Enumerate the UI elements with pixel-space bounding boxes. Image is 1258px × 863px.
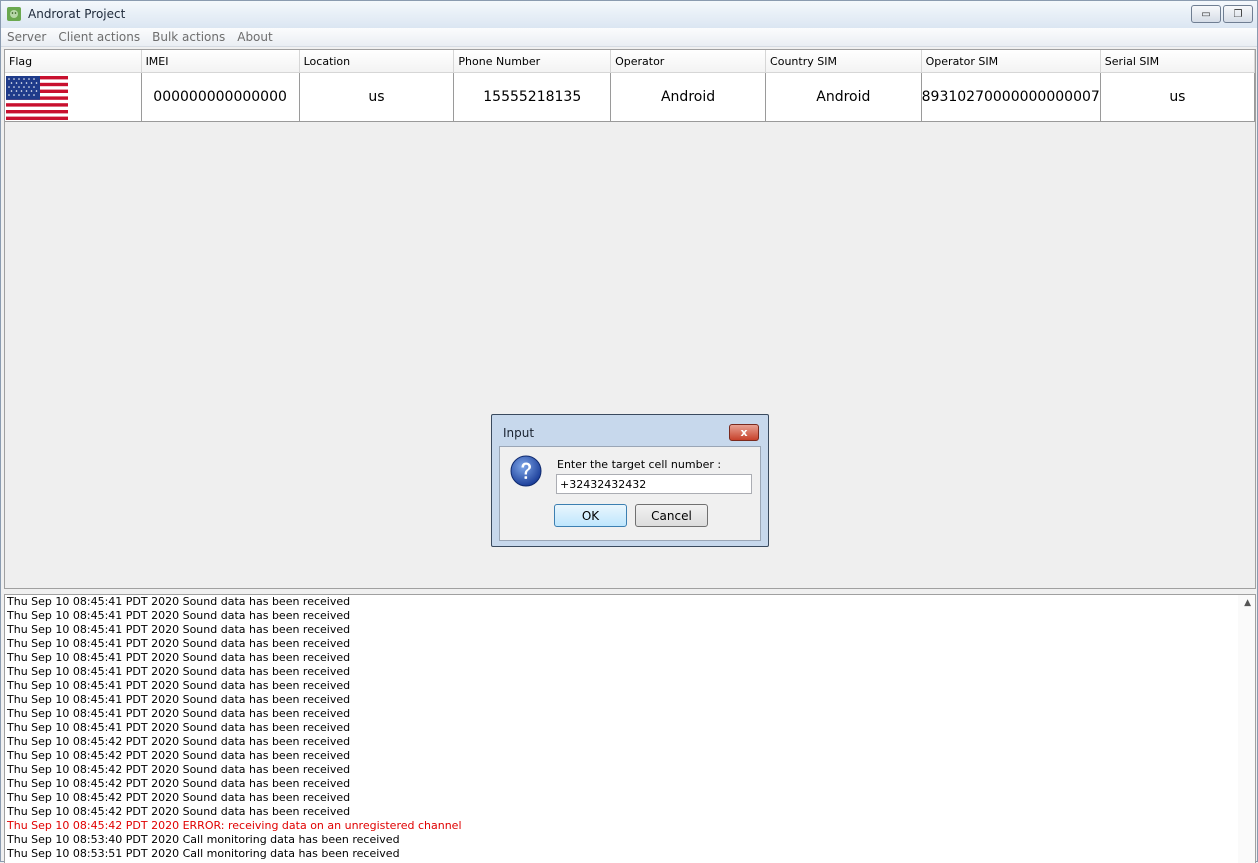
restore-icon: ❐ xyxy=(1233,8,1243,20)
log-list: Thu Sep 10 08:45:41 PDT 2020 Sound data … xyxy=(5,595,462,861)
log-panel[interactable]: Thu Sep 10 08:45:41 PDT 2020 Sound data … xyxy=(4,594,1256,863)
menu-client-actions[interactable]: Client actions xyxy=(52,30,146,44)
flag-cell[interactable] xyxy=(5,72,142,122)
log-line: Thu Sep 10 08:45:41 PDT 2020 Sound data … xyxy=(7,637,351,650)
operator-cell[interactable]: Android xyxy=(610,72,767,122)
column-header-imei[interactable]: IMEI xyxy=(141,50,300,73)
log-line: Thu Sep 10 08:53:51 PDT 2020 Call monito… xyxy=(7,847,400,860)
column-header-location[interactable]: Location xyxy=(299,50,455,73)
menu-about[interactable]: About xyxy=(231,30,278,44)
column-header-country-sim[interactable]: Country SIM xyxy=(765,50,922,73)
window-title: Androrat Project xyxy=(28,7,126,21)
dialog-prompt-label: Enter the target cell number : xyxy=(557,458,722,471)
table-row[interactable]: 000000000000000 us 15555218135 Android A… xyxy=(5,72,1256,122)
minimize-icon: ▭ xyxy=(1201,8,1211,20)
log-line: Thu Sep 10 08:53:40 PDT 2020 Call monito… xyxy=(7,833,400,846)
app-window: Androrat Project ▭ ❐ Server Client actio… xyxy=(0,0,1258,863)
log-line: Thu Sep 10 08:45:42 PDT 2020 Sound data … xyxy=(7,735,351,748)
imei-cell[interactable]: 000000000000000 xyxy=(141,72,300,122)
window-controls: ▭ ❐ xyxy=(1189,5,1253,23)
log-line: Thu Sep 10 08:45:42 PDT 2020 Sound data … xyxy=(7,791,351,804)
column-header-serial-sim[interactable]: Serial SIM xyxy=(1100,50,1256,73)
location-cell[interactable]: us xyxy=(299,72,455,122)
log-line: Thu Sep 10 08:45:41 PDT 2020 Sound data … xyxy=(7,623,351,636)
log-line: Thu Sep 10 08:45:41 PDT 2020 Sound data … xyxy=(7,679,351,692)
menu-bulk-actions[interactable]: Bulk actions xyxy=(146,30,231,44)
log-line: Thu Sep 10 08:45:42 PDT 2020 Sound data … xyxy=(7,763,351,776)
column-header-operator[interactable]: Operator xyxy=(610,50,767,73)
cancel-button[interactable]: Cancel xyxy=(635,504,708,527)
column-header-operator-sim[interactable]: Operator SIM xyxy=(921,50,1101,73)
dialog-close-button[interactable]: x xyxy=(729,424,759,441)
country-sim-cell[interactable]: Android xyxy=(765,72,922,122)
serial-sim-cell[interactable]: us xyxy=(1100,72,1256,122)
minimize-button[interactable]: ▭ xyxy=(1191,5,1221,23)
input-dialog: Input x Enter the target cell number : O… xyxy=(491,414,769,547)
column-header-phone-number[interactable]: Phone Number xyxy=(453,50,612,73)
log-line: Thu Sep 10 08:45:42 PDT 2020 Sound data … xyxy=(7,805,351,818)
log-line: Thu Sep 10 08:45:41 PDT 2020 Sound data … xyxy=(7,665,351,678)
close-icon: x xyxy=(740,426,748,439)
log-line: Thu Sep 10 08:45:42 PDT 2020 Sound data … xyxy=(7,777,351,790)
dialog-body: Enter the target cell number : OK Cancel xyxy=(499,446,761,541)
log-line: Thu Sep 10 08:45:41 PDT 2020 Sound data … xyxy=(7,595,351,608)
phone-number-cell[interactable]: 15555218135 xyxy=(453,72,612,122)
column-header-flag[interactable]: Flag xyxy=(5,50,142,73)
menu-server[interactable]: Server xyxy=(1,30,52,44)
log-line: Thu Sep 10 08:45:41 PDT 2020 Sound data … xyxy=(7,651,351,664)
log-error-line: Thu Sep 10 08:45:42 PDT 2020 ERROR: rece… xyxy=(7,819,462,832)
table-header: Flag IMEI Location Phone Number Operator… xyxy=(5,50,1256,73)
log-line: Thu Sep 10 08:45:41 PDT 2020 Sound data … xyxy=(7,693,351,706)
log-line: Thu Sep 10 08:45:42 PDT 2020 Sound data … xyxy=(7,749,351,762)
operator-sim-cell[interactable]: 89310270000000000007 xyxy=(921,72,1101,122)
scroll-up-icon[interactable]: ▲ xyxy=(1244,598,1251,608)
log-scrollbar[interactable]: ▲ xyxy=(1238,595,1255,863)
title-bar[interactable]: Androrat Project ▭ ❐ xyxy=(1,1,1257,29)
android-app-icon xyxy=(7,7,21,21)
log-line: Thu Sep 10 08:45:41 PDT 2020 Sound data … xyxy=(7,609,351,622)
dialog-title: Input xyxy=(503,426,535,440)
log-line: Thu Sep 10 08:45:41 PDT 2020 Sound data … xyxy=(7,707,351,720)
us-flag-icon xyxy=(6,76,68,120)
log-line: Thu Sep 10 08:45:41 PDT 2020 Sound data … xyxy=(7,721,351,734)
question-icon xyxy=(510,455,542,487)
restore-button[interactable]: ❐ xyxy=(1223,5,1253,23)
cell-number-input[interactable] xyxy=(556,474,752,494)
menu-bar: Server Client actions Bulk actions About xyxy=(1,28,1257,47)
ok-button[interactable]: OK xyxy=(554,504,627,527)
